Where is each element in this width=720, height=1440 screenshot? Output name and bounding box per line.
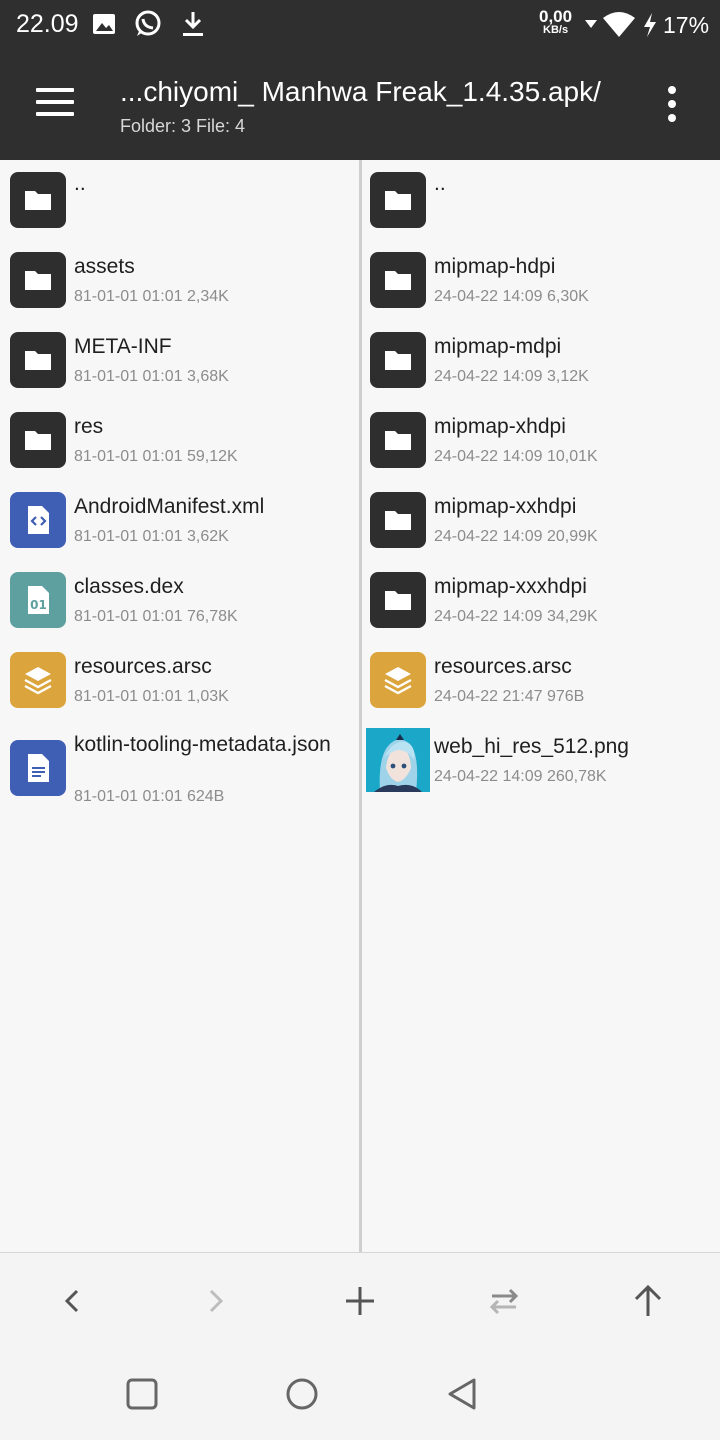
item-meta: 24-04-22 14:09 3,12K	[434, 368, 589, 385]
network-speed: 0,00 KB/s	[539, 7, 573, 36]
menu-button[interactable]	[36, 88, 76, 118]
left-pane: .. assets 81-01-01 01:01 2,34K META-INF …	[0, 160, 360, 1250]
item-meta: 24-04-22 21:47 976B	[434, 688, 585, 705]
list-item[interactable]: assets 81-01-01 01:01 2,34K	[0, 240, 360, 320]
more-options-button[interactable]	[660, 86, 684, 122]
system-nav-bar	[0, 1348, 720, 1440]
download-icon	[183, 12, 203, 36]
item-name: mipmap-mdpi	[434, 335, 562, 358]
item-name: mipmap-xxxhdpi	[434, 575, 587, 598]
item-name: kotlin-tooling-metadata.json	[74, 733, 331, 756]
list-item[interactable]: mipmap-xxhdpi 24-04-22 14:09 20,99K	[362, 480, 720, 560]
item-name: res	[74, 415, 104, 438]
folder-icon	[10, 172, 66, 228]
list-item[interactable]: META-INF 81-01-01 01:01 3,68K	[0, 320, 360, 400]
whatsapp-icon	[135, 10, 161, 36]
item-meta: 24-04-22 14:09 260,78K	[434, 768, 607, 785]
item-name: AndroidManifest.xml	[74, 495, 265, 518]
add-icon	[346, 1287, 374, 1315]
item-meta: 24-04-22 14:09 10,01K	[434, 448, 598, 465]
layers-file-icon	[370, 652, 426, 708]
list-item[interactable]: web_hi_res_512.png 24-04-22 14:09 260,78…	[362, 720, 720, 800]
path-title: ...chiyomi_ Manhwa Freak_1.4.35.apk/	[120, 76, 601, 107]
forward-button[interactable]	[196, 1281, 236, 1321]
status-time: 22.09	[16, 10, 79, 38]
item-meta: 81-01-01 01:01 59,12K	[74, 448, 238, 465]
folder-icon	[370, 252, 426, 308]
item-name: mipmap-xhdpi	[434, 415, 566, 438]
swap-icon	[489, 1288, 519, 1315]
home-button[interactable]	[282, 1374, 322, 1414]
up-icon	[634, 1284, 662, 1316]
item-meta: 81-01-01 01:01 3,68K	[74, 368, 229, 385]
binary-file-icon: 01	[10, 572, 66, 628]
item-name: ..	[434, 172, 446, 195]
item-name: resources.arsc	[434, 655, 572, 678]
list-item[interactable]: mipmap-hdpi 24-04-22 14:09 6,30K	[362, 240, 720, 320]
item-name: assets	[74, 255, 135, 278]
folder-icon	[370, 412, 426, 468]
item-meta: 24-04-22 14:09 20,99K	[434, 528, 598, 545]
folder-icon	[10, 332, 66, 388]
item-name: META-INF	[74, 335, 172, 358]
list-item[interactable]: res 81-01-01 01:01 59,12K	[0, 400, 360, 480]
image-icon	[93, 14, 115, 34]
charging-icon	[644, 13, 656, 37]
battery-level: 17%	[663, 12, 710, 38]
forward-icon	[209, 1289, 224, 1313]
recents-button[interactable]	[122, 1374, 162, 1414]
item-meta: 81-01-01 01:01 624B	[74, 788, 225, 805]
system-back-icon	[448, 1378, 476, 1410]
folder-icon	[370, 572, 426, 628]
app-bar: ...chiyomi_ Manhwa Freak_1.4.35.apk/ Fol…	[0, 50, 720, 160]
list-item[interactable]: AndroidManifest.xml 81-01-01 01:01 3,62K	[0, 480, 360, 560]
xml-file-icon	[10, 492, 66, 548]
list-item[interactable]: mipmap-mdpi 24-04-22 14:09 3,12K	[362, 320, 720, 400]
back-button[interactable]	[52, 1281, 92, 1321]
folder-icon	[370, 172, 426, 228]
list-item[interactable]: resources.arsc 81-01-01 01:01 1,03K	[0, 640, 360, 720]
list-item[interactable]: ..	[0, 160, 360, 240]
up-button[interactable]	[628, 1281, 668, 1321]
item-name: mipmap-hdpi	[434, 255, 556, 278]
item-meta: 81-01-01 01:01 76,78K	[74, 608, 238, 625]
document-file-icon	[10, 740, 66, 796]
item-meta: 81-01-01 01:01 3,62K	[74, 528, 229, 545]
item-meta: 81-01-01 01:01 1,03K	[74, 688, 229, 705]
layers-file-icon	[10, 652, 66, 708]
swap-panes-button[interactable]	[484, 1281, 524, 1321]
status-bar: 22.09 0,00 KB/s 17%	[0, 0, 720, 50]
item-name: web_hi_res_512.png	[434, 735, 629, 758]
list-item[interactable]: resources.arsc 24-04-22 21:47 976B	[362, 640, 720, 720]
item-meta: 81-01-01 01:01 2,34K	[74, 288, 229, 305]
list-item[interactable]: 01 classes.dex 81-01-01 01:01 76,78K	[0, 560, 360, 640]
list-item[interactable]: mipmap-xhdpi 24-04-22 14:09 10,01K	[362, 400, 720, 480]
back-icon	[64, 1289, 79, 1313]
item-name: mipmap-xxhdpi	[434, 495, 577, 518]
home-icon	[286, 1378, 318, 1410]
bottom-toolbar	[0, 1252, 720, 1348]
folder-icon	[10, 252, 66, 308]
list-item[interactable]: mipmap-xxxhdpi 24-04-22 14:09 34,29K	[362, 560, 720, 640]
list-item[interactable]: ..	[362, 160, 720, 240]
folder-icon	[370, 332, 426, 388]
recents-icon	[126, 1378, 158, 1410]
item-meta: 24-04-22 14:09 6,30K	[434, 288, 589, 305]
right-pane: .. mipmap-hdpi 24-04-22 14:09 6,30K mipm…	[362, 160, 720, 1250]
image-thumbnail	[366, 728, 430, 792]
item-meta: 24-04-22 14:09 34,29K	[434, 608, 598, 625]
item-name: classes.dex	[74, 575, 184, 598]
item-name: ..	[74, 172, 86, 195]
wifi-icon	[603, 12, 635, 37]
system-back-button[interactable]	[442, 1374, 482, 1414]
folder-icon	[10, 412, 66, 468]
svg-text:01: 01	[30, 598, 47, 612]
list-item[interactable]: kotlin-tooling-metadata.json 81-01-01 01…	[0, 720, 360, 830]
folder-icon	[370, 492, 426, 548]
add-button[interactable]	[340, 1281, 380, 1321]
item-name: resources.arsc	[74, 655, 212, 678]
folder-file-count: Folder: 3 File: 4	[120, 116, 246, 136]
data-arrow-icon	[585, 20, 597, 28]
